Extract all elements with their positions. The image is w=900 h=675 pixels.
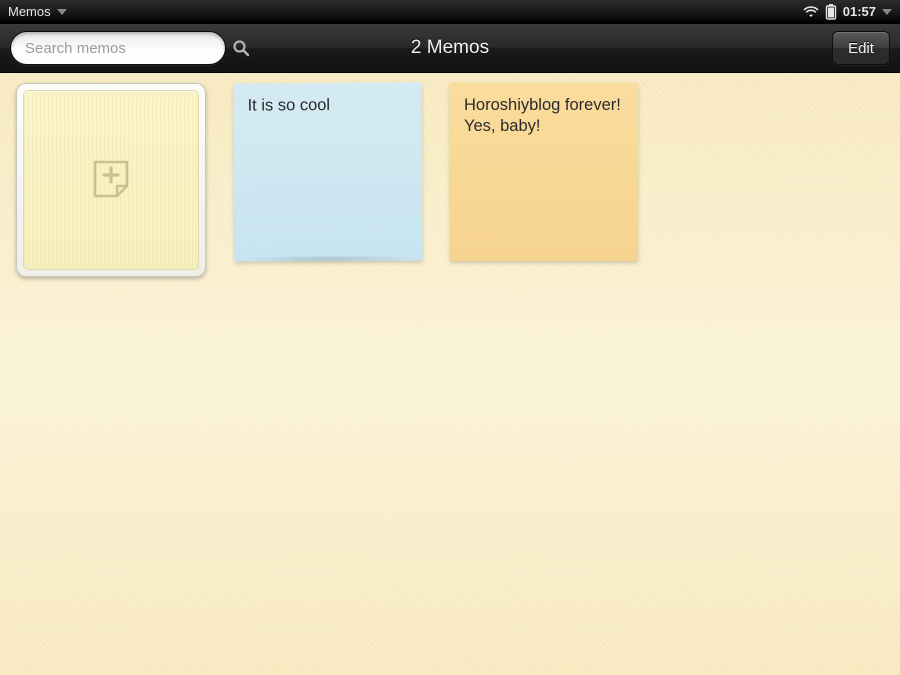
memo-note[interactable]: Horoshiyblog forever! Yes, baby!	[450, 83, 638, 261]
new-memo-pad	[23, 90, 199, 270]
memo-pad-stack	[23, 274, 199, 280]
search-icon	[232, 39, 250, 57]
wifi-icon	[803, 6, 819, 18]
memo-text: Horoshiyblog forever! Yes, baby!	[464, 96, 621, 135]
page-title: 2 Memos	[411, 37, 489, 59]
memo-grid: It is so cool Horoshiyblog forever! Yes,…	[0, 73, 900, 675]
edit-button[interactable]: Edit	[832, 31, 890, 65]
memo-text: It is so cool	[247, 96, 330, 115]
system-status-bar: Memos 01:57	[0, 0, 900, 24]
memo-note[interactable]: It is so cool	[233, 82, 422, 261]
new-memo-button[interactable]	[16, 83, 206, 277]
app-menu-label[interactable]: Memos	[8, 4, 51, 19]
chevron-down-icon[interactable]	[882, 9, 892, 15]
search-input[interactable]	[25, 40, 224, 57]
search-field[interactable]	[10, 31, 226, 65]
add-note-icon	[87, 156, 135, 204]
clock-time: 01:57	[843, 4, 876, 19]
battery-icon	[825, 4, 837, 20]
app-header: 2 Memos Edit	[0, 24, 900, 73]
chevron-down-icon[interactable]	[57, 9, 67, 15]
